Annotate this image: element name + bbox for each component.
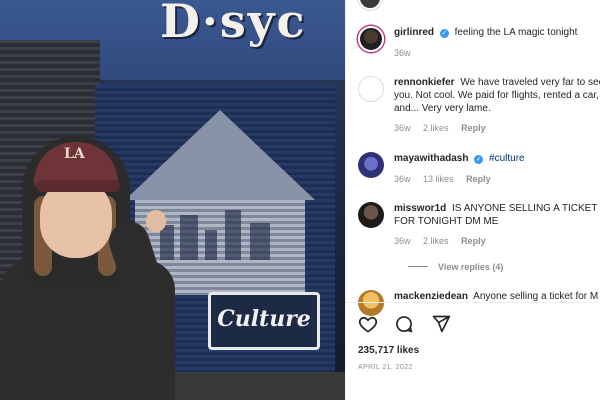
- reply-button[interactable]: Reply: [461, 123, 486, 133]
- comment-meta: 36w 2 likes Reply: [394, 123, 496, 133]
- caption-text: feeling the LA magic tonight: [454, 27, 578, 38]
- mural-sign-text: Culture: [217, 306, 311, 332]
- commenter-avatar[interactable]: [358, 152, 384, 178]
- comment-icon[interactable]: [394, 314, 414, 334]
- author-avatar[interactable]: [358, 26, 384, 52]
- cap-brim: [36, 180, 120, 192]
- heart-icon[interactable]: [358, 314, 378, 334]
- comment-likes[interactable]: 2 likes: [423, 236, 449, 246]
- caption-username[interactable]: girlinred: [394, 27, 434, 38]
- cap-logo: LA: [64, 146, 85, 162]
- share-icon[interactable]: [431, 314, 451, 334]
- caption-meta: 36w: [394, 48, 421, 58]
- comment-likes[interactable]: 13 likes: [423, 174, 454, 184]
- comment-text-block: rennonkiefer We have traveled very far t…: [394, 76, 600, 115]
- comment-username[interactable]: rennonkiefer: [394, 77, 455, 88]
- reply-line-divider: [408, 266, 428, 267]
- caption-text-block: girlinred ✓ feeling the LA magic tonight: [394, 26, 600, 39]
- comment-age: 36w: [394, 123, 411, 133]
- header-avatar[interactable]: [358, 0, 382, 10]
- comment-text-block: mayawithadash ✓ #culture: [394, 152, 600, 165]
- comment-likes[interactable]: 2 likes: [423, 123, 449, 133]
- comment-age: 36w: [394, 174, 411, 184]
- comment-username[interactable]: misswor1d: [394, 203, 446, 214]
- person: LA: [0, 130, 177, 400]
- reply-button[interactable]: Reply: [461, 236, 486, 246]
- commenter-avatar[interactable]: [358, 202, 384, 228]
- likes-count[interactable]: 235,717 likes: [358, 345, 419, 356]
- sign-text: D·syc: [160, 0, 307, 48]
- reply-button[interactable]: Reply: [466, 174, 491, 184]
- view-replies-label: View replies (4): [438, 262, 504, 272]
- actions-divider: [346, 302, 600, 303]
- verified-badge-icon: ✓: [474, 155, 484, 164]
- pointing-hand: [146, 210, 166, 232]
- comment-meta: 36w 13 likes Reply: [394, 174, 501, 184]
- comments-panel: girlinred ✓ feeling the LA magic tonight…: [345, 0, 600, 400]
- post-date: APRIL 21, 2022: [358, 364, 413, 371]
- comment-username[interactable]: mackenziedean: [394, 291, 468, 302]
- comment-age: 36w: [394, 236, 411, 246]
- comment-meta: 36w 2 likes Reply: [394, 236, 496, 246]
- commenter-avatar[interactable]: [358, 290, 384, 316]
- comment-text: Anyone selling a ticket for M: [473, 291, 599, 302]
- view-replies-button[interactable]: View replies (4): [408, 262, 503, 272]
- verified-badge-icon: ✓: [439, 29, 449, 38]
- comment-text-block: misswor1d IS ANYONE SELLING A TICKET FOR…: [394, 202, 600, 228]
- action-bar: [358, 314, 463, 336]
- caption-age: 36w: [394, 48, 411, 58]
- commenter-avatar[interactable]: [358, 76, 384, 102]
- hashtag-link[interactable]: #culture: [489, 153, 525, 164]
- comment-username[interactable]: mayawithadash: [394, 153, 468, 164]
- post-photo[interactable]: D·syc Culture LA: [0, 0, 345, 400]
